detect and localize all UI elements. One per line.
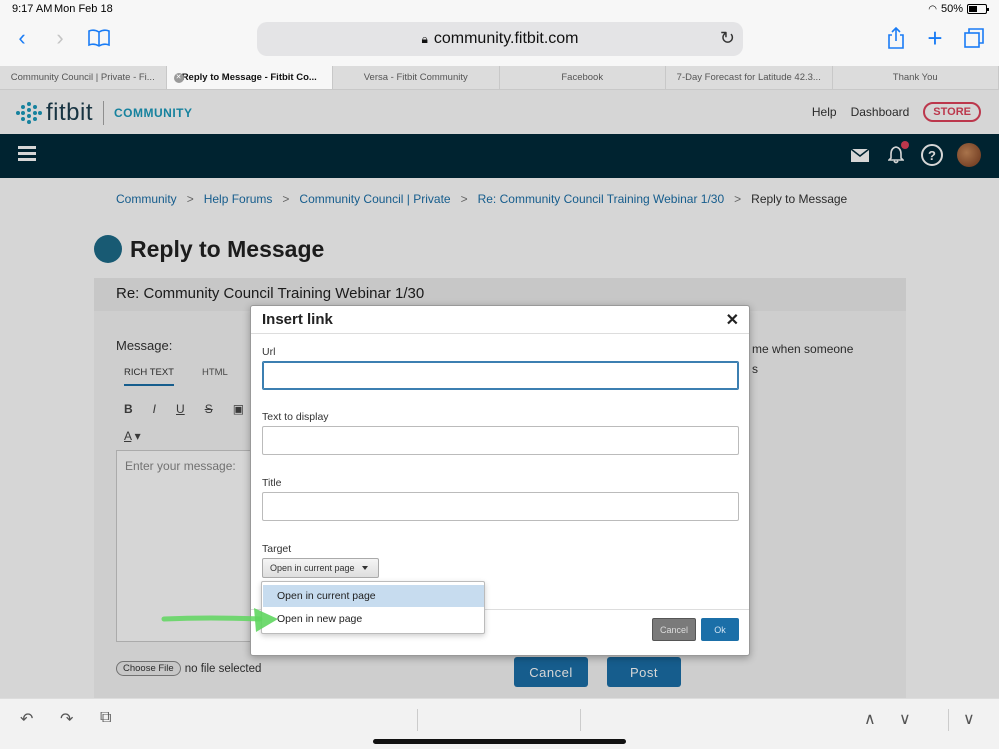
paste-icon[interactable]: ⧉ xyxy=(100,709,111,727)
dialog-title: Insert link xyxy=(262,311,333,328)
option-open-in-current-page[interactable]: Open in current page xyxy=(263,585,484,607)
tab-reply-to-message[interactable]: ✕ Reply to Message - Fitbit Co... xyxy=(166,66,333,89)
undo-icon[interactable]: ↶ xyxy=(20,709,33,729)
lock-icon: 🔒︎ xyxy=(421,31,428,46)
chevron-up-icon[interactable]: ∧ xyxy=(864,709,876,729)
option-open-in-new-page[interactable]: Open in new page xyxy=(263,608,484,630)
url-label: Url xyxy=(262,346,276,358)
tab-strip: Community Council | Private - Fi... ✕ Re… xyxy=(0,66,999,90)
dialog-cancel-button[interactable]: Cancel xyxy=(652,618,696,641)
forward-icon[interactable]: › xyxy=(46,24,74,52)
share-icon[interactable] xyxy=(882,24,910,52)
wifi-icon: ◠ xyxy=(928,3,937,15)
chevron-down-icon[interactable]: ∨ xyxy=(899,709,911,729)
chevron-down-icon xyxy=(361,566,368,570)
title-input[interactable] xyxy=(262,492,739,521)
status-date: Mon Feb 18 xyxy=(54,3,113,15)
tab-forecast[interactable]: 7-Day Forecast for Latitude 42.3... xyxy=(666,66,833,89)
annotation-arrow-icon xyxy=(161,608,278,632)
close-icon[interactable]: ✕ xyxy=(726,310,739,330)
new-tab-icon[interactable]: + xyxy=(921,23,949,53)
url-text: community.fitbit.com xyxy=(433,30,579,47)
target-select[interactable]: Open in current page xyxy=(262,558,379,578)
target-label: Target xyxy=(262,543,292,555)
target-selected-value: Open in current page xyxy=(270,563,355,573)
target-dropdown-list: Open in current page Open in new page xyxy=(261,581,485,634)
redo-icon[interactable]: ↷ xyxy=(60,709,73,729)
bookmarks-icon[interactable] xyxy=(85,24,113,52)
tab-thank-you[interactable]: Thank You xyxy=(833,66,999,89)
url-input[interactable] xyxy=(262,361,739,390)
back-icon[interactable]: ‹ xyxy=(8,24,36,52)
tabs-overview-icon[interactable] xyxy=(960,24,988,52)
ios-status-bar: 9:17 AM Mon Feb 18 ◠ 50% xyxy=(0,0,999,18)
dialog-ok-button[interactable]: Ok xyxy=(701,618,739,641)
home-indicator xyxy=(373,739,626,744)
close-tab-icon[interactable]: ✕ xyxy=(173,73,184,83)
text-to-display-label: Text to display xyxy=(262,411,329,423)
divider xyxy=(417,709,418,731)
divider xyxy=(948,709,949,731)
battery-icon xyxy=(967,4,989,14)
reload-icon[interactable]: ↻ xyxy=(720,28,735,49)
tab-community-council[interactable]: Community Council | Private - Fi... xyxy=(0,66,167,89)
address-bar[interactable]: 🔒︎ community.fitbit.com ↻ xyxy=(257,22,743,56)
status-time: 9:17 AM xyxy=(12,3,53,15)
text-to-display-input[interactable] xyxy=(262,426,739,455)
divider xyxy=(580,709,581,731)
tab-facebook[interactable]: Facebook xyxy=(500,66,666,89)
tab-versa[interactable]: Versa - Fitbit Community xyxy=(333,66,500,89)
status-right: ◠ 50% xyxy=(928,3,989,15)
browser-toolbar: ‹ › 🔒︎ community.fitbit.com ↻ + xyxy=(0,18,999,66)
dismiss-keyboard-icon[interactable]: ∨ xyxy=(963,709,975,729)
divider xyxy=(251,333,749,334)
tab-label: Reply to Message - Fitbit Co... xyxy=(181,72,317,83)
battery-percent: 50% xyxy=(940,3,963,15)
title-label: Title xyxy=(262,477,282,489)
